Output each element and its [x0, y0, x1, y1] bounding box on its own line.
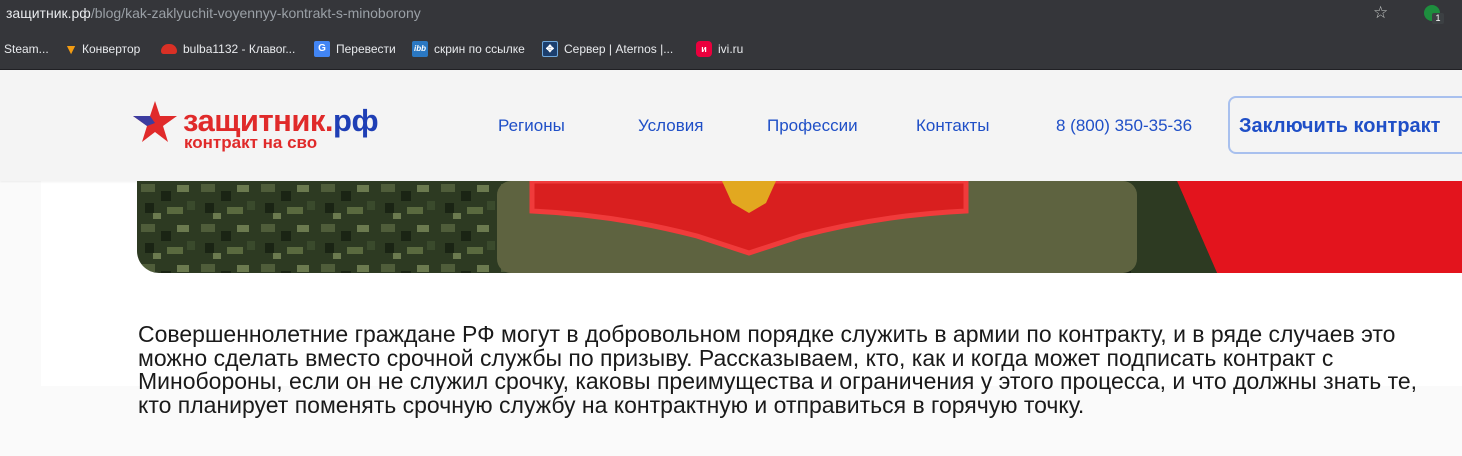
- ibb-icon: ibb: [412, 41, 428, 57]
- article-hero-image: [137, 181, 1462, 273]
- aternos-icon: ✥: [542, 41, 558, 57]
- sign-contract-button[interactable]: Заключить контракт: [1228, 96, 1462, 154]
- sign-contract-label: Заключить контракт: [1239, 115, 1441, 137]
- ivi-icon: и: [696, 41, 712, 57]
- bookmark-label: Steam...: [4, 42, 49, 56]
- nav-conditions[interactable]: Условия: [638, 116, 703, 136]
- bookmark-ibb[interactable]: ibb скрин по ссылке: [412, 41, 525, 57]
- car-icon: [161, 44, 177, 54]
- url-host: защитник.рф: [6, 5, 91, 21]
- bookmark-converter[interactable]: ▼ Конвертор: [64, 41, 140, 57]
- nav-regions[interactable]: Регионы: [498, 116, 565, 136]
- bookmark-label: Сервер | Aternos |...: [564, 42, 674, 56]
- bookmark-label: скрин по ссылке: [434, 42, 525, 56]
- converter-icon: ▼: [64, 41, 78, 57]
- logo-subtitle: контракт на сво: [184, 133, 318, 152]
- bookmarks-bar: Steam... ▼ Конвертор bulba1132 - Клавог..…: [0, 29, 1462, 70]
- bookmark-translate[interactable]: G Перевести: [314, 41, 396, 57]
- bookmark-label: ivi.ru: [718, 42, 744, 56]
- bookmark-label: Перевести: [336, 42, 396, 56]
- phone-link[interactable]: 8 (800) 350-35-36: [1056, 116, 1192, 136]
- bookmark-star-icon[interactable]: ☆: [1373, 3, 1388, 23]
- bookmark-aternos[interactable]: ✥ Сервер | Aternos |...: [542, 41, 673, 57]
- logo-star-icon: [133, 101, 177, 142]
- logo-tld: рф: [333, 103, 379, 138]
- url-path: /blog/kak-zaklyuchit-voyennyy-kontrakt-s…: [90, 5, 421, 21]
- patch-illustration: [137, 181, 1462, 273]
- nav-contacts[interactable]: Контакты: [916, 116, 989, 136]
- bookmark-steam[interactable]: Steam...: [4, 41, 49, 57]
- article-intro-paragraph: Совершеннолетние граждане РФ могут в доб…: [138, 321, 1418, 418]
- address-bar[interactable]: защитник.рф/blog/kak-zaklyuchit-voyennyy…: [6, 5, 421, 21]
- bookmark-klavogonki[interactable]: bulba1132 - Клавог...: [161, 41, 295, 57]
- browser-toolbar: защитник.рф/blog/kak-zaklyuchit-voyennyy…: [0, 0, 1462, 29]
- bookmark-label: bulba1132 - Клавог...: [183, 42, 296, 56]
- bookmark-label: Конвертор: [82, 42, 141, 56]
- bookmark-ivi[interactable]: и ivi.ru: [696, 41, 743, 57]
- nav-professions[interactable]: Профессии: [767, 116, 858, 136]
- google-translate-icon: G: [314, 41, 330, 57]
- extension-badge: 1: [1432, 13, 1444, 24]
